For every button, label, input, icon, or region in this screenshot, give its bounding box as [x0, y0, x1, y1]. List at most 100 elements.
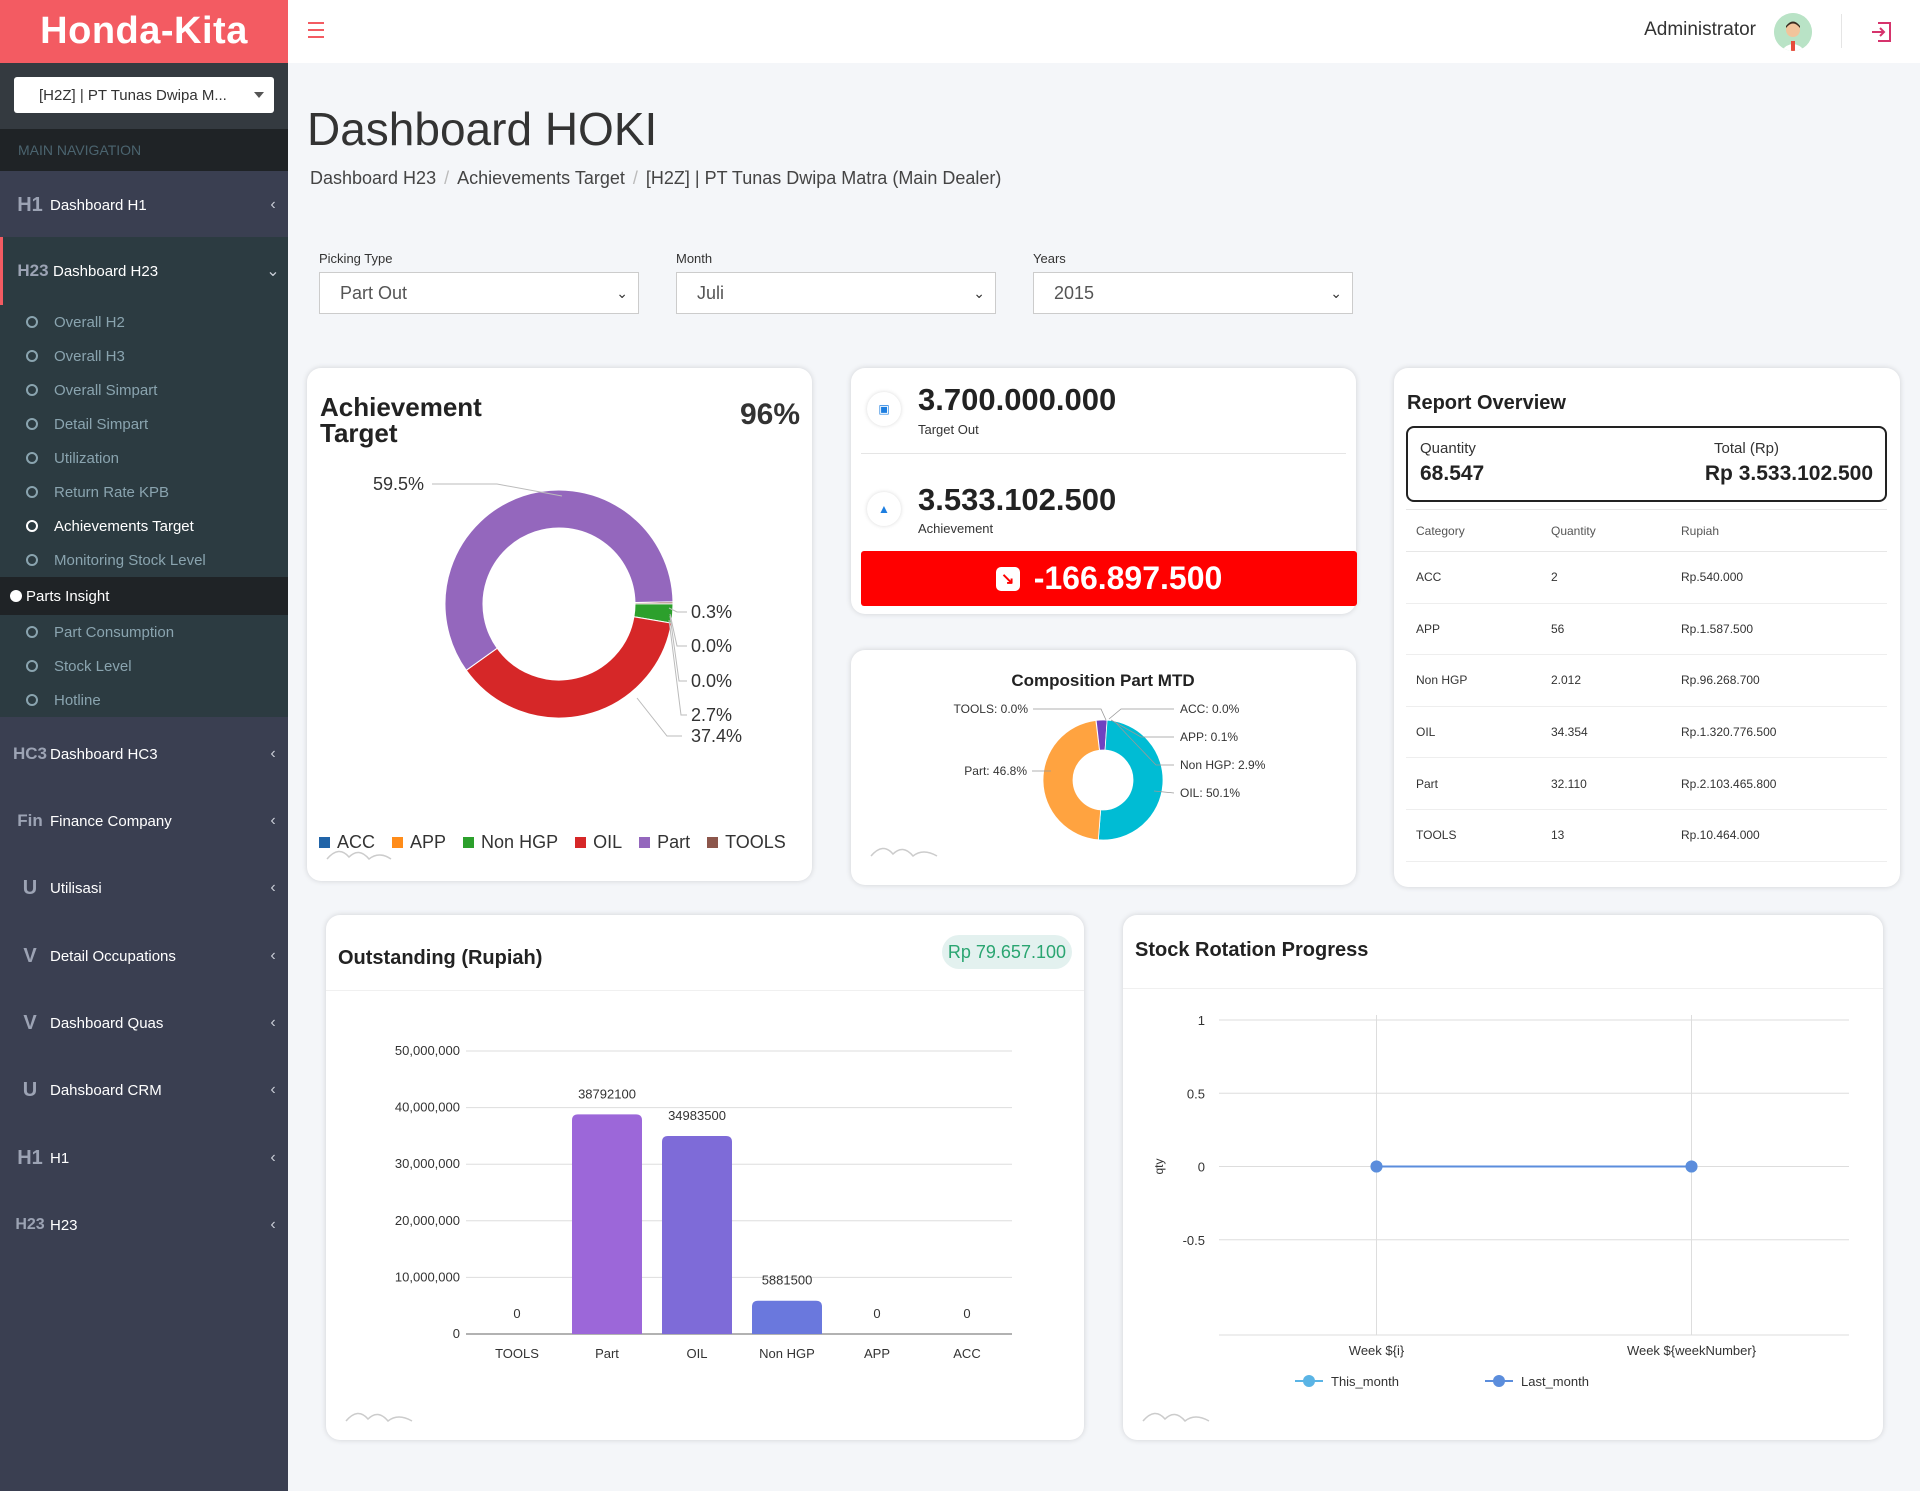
- achievement-card: Achievement Target 96% 59.5% 0.3% 0.0% 0…: [307, 368, 812, 881]
- table-cell: 2.012: [1541, 654, 1671, 707]
- circle-icon: [26, 452, 38, 464]
- donut-label: APP: 0.1%: [1180, 730, 1238, 744]
- y-tick-label: -0.5: [1183, 1233, 1205, 1248]
- leader-line: [636, 697, 682, 737]
- submenu-item-label: Monitoring Stock Level: [54, 551, 206, 569]
- legend-item[interactable]: TOOLS: [707, 832, 786, 853]
- user-name[interactable]: Administrator: [1644, 19, 1756, 41]
- u-shape-icon: U: [22, 1078, 38, 1101]
- column-header[interactable]: Category: [1406, 509, 1541, 552]
- submenu-item[interactable]: Utilization: [0, 441, 288, 475]
- brand-logo[interactable]: Honda-Kita: [0, 0, 288, 63]
- submenu-item-label: Overall H3: [54, 347, 125, 365]
- bar-part: [572, 1114, 642, 1334]
- circle-icon: [26, 694, 38, 706]
- breadcrumb-item: [H2Z] | PT Tunas Dwipa Matra (Main Deale…: [645, 168, 1002, 188]
- submenu-item[interactable]: Stock Level: [0, 649, 288, 683]
- submenu-item[interactable]: Overall Simpart: [0, 373, 288, 407]
- submenu-item[interactable]: Part Consumption: [0, 615, 288, 649]
- dealer-select-value: [H2Z] | PT Tunas Dwipa M...: [39, 86, 227, 104]
- check-shape-icon: V: [23, 1011, 37, 1034]
- table-row: APP 56 Rp.1.587.500: [1406, 603, 1887, 656]
- donut-label: 59.5%: [373, 474, 424, 494]
- table-cell: APP: [1406, 603, 1541, 656]
- column-header[interactable]: Quantity: [1541, 509, 1671, 552]
- submenu-item-active[interactable]: Achievements Target: [0, 509, 288, 543]
- y-tick-label: 50,000,000: [395, 1043, 460, 1058]
- select-value: Juli: [697, 282, 725, 303]
- total-label: Total (Rp): [1714, 440, 1780, 457]
- breadcrumb-item[interactable]: Dashboard H23: [310, 168, 436, 189]
- filter-month: Month Juli ⌄: [676, 251, 996, 314]
- sidebar-item-h1[interactable]: H1 H1 ‹: [0, 1124, 288, 1192]
- legend-item[interactable]: OIL: [575, 832, 622, 853]
- donut-label: Non HGP: 2.9%: [1180, 758, 1266, 772]
- stock-rotation-card: Stock Rotation Progress 1 0.5 0 -0.5 Week ${…: [1123, 915, 1883, 1440]
- breadcrumb-item[interactable]: Achievements Target: [457, 168, 625, 189]
- target-out-value: 3.700.000.000: [918, 382, 1117, 417]
- table-cell: Part: [1406, 757, 1541, 810]
- x-tick-label: TOOLS: [495, 1346, 539, 1361]
- sidebar-item-dashboard-crm[interactable]: U Dahsboard CRM ‹: [0, 1056, 288, 1124]
- sidebar-item-finance-company[interactable]: Fin Finance Company ‹: [0, 787, 288, 855]
- chevron-down-icon: ⌄: [616, 284, 628, 301]
- hamburger-menu-icon[interactable]: [308, 22, 324, 38]
- legend-label: Part: [657, 832, 691, 852]
- chevron-left-icon: ‹: [270, 745, 276, 762]
- sidebar-item-dashboard-hc3[interactable]: HC3 Dashboard HC3 ‹: [0, 720, 288, 788]
- table-cell: Rp.1.320.776.500: [1671, 706, 1887, 759]
- sidebar-item-utilisasi[interactable]: U Utilisasi ‹: [0, 854, 288, 922]
- hc3-icon: HC3: [12, 744, 47, 763]
- h1-box-icon: H1: [17, 1146, 43, 1169]
- submenu-item-label: Achievements Target: [54, 517, 194, 535]
- submenu-item[interactable]: Detail Simpart: [0, 407, 288, 441]
- circle-icon: [26, 626, 38, 638]
- h23-icon: H23: [17, 261, 49, 280]
- logout-icon[interactable]: [1870, 21, 1892, 43]
- table-cell: ACC: [1406, 551, 1541, 604]
- dealer-select[interactable]: [H2Z] | PT Tunas Dwipa M...: [14, 77, 274, 113]
- target-out-label: Target Out: [918, 422, 979, 437]
- x-tick-label: Non HGP: [759, 1346, 815, 1361]
- donut-label: Part: 46.8%: [964, 764, 1027, 778]
- table-row: ACC 2 Rp.540.000: [1406, 551, 1887, 604]
- breadcrumb-separator: /: [444, 168, 450, 188]
- series-point-last_month: [1370, 1160, 1383, 1173]
- filter-years: Years 2015 ⌄: [1033, 251, 1353, 314]
- legend-label: Last_month: [1521, 1374, 1589, 1389]
- submenu-item[interactable]: Monitoring Stock Level: [0, 543, 288, 577]
- table-header-row: Category Quantity Rupiah: [1406, 509, 1887, 552]
- chevron-left-icon: ‹: [270, 196, 276, 213]
- sidebar-item-parts-insight[interactable]: Parts Insight: [0, 577, 288, 615]
- chevron-left-icon: ‹: [270, 1149, 276, 1166]
- submenu-item[interactable]: Overall H2: [0, 305, 288, 339]
- leader-line: [1108, 708, 1174, 720]
- legend-item[interactable]: Part: [639, 832, 690, 853]
- submenu-item[interactable]: Overall H3: [0, 339, 288, 373]
- sidebar-item-dashboard-h1[interactable]: H1 Dashboard H1 ‹: [0, 171, 288, 239]
- years-select[interactable]: 2015 ⌄: [1033, 272, 1353, 314]
- legend-item[interactable]: Non HGP: [463, 832, 558, 853]
- donut-label: 0.0%: [691, 671, 732, 691]
- picking-type-select[interactable]: Part Out ⌄: [319, 272, 639, 314]
- submenu-item[interactable]: Hotline: [0, 683, 288, 717]
- sidebar-item-dashboard-quas[interactable]: V Dashboard Quas ‹: [0, 989, 288, 1057]
- sidebar-item-label: Dahsboard CRM: [50, 1081, 162, 1099]
- finance-icon: Fin: [17, 811, 43, 830]
- legend-label: APP: [410, 832, 447, 852]
- sidebar-item-label: Dashboard Quas: [50, 1014, 164, 1032]
- column-header[interactable]: Rupiah: [1671, 509, 1887, 552]
- sidebar-item-dashboard-h23[interactable]: H23 Dashboard H23 ⌄: [0, 237, 288, 305]
- outstanding-card: Outstanding (Rupiah) Rp 79.657.100 0 10,0…: [326, 915, 1084, 1440]
- avatar[interactable]: [1774, 13, 1812, 51]
- chevron-left-icon: ‹: [270, 879, 276, 896]
- sidebar-item-h23[interactable]: H23 H23 ‹: [0, 1191, 288, 1259]
- chevron-left-icon: ‹: [270, 1216, 276, 1233]
- table-cell: 34.354: [1541, 706, 1671, 759]
- legend-item[interactable]: APP: [392, 832, 446, 853]
- month-select[interactable]: Juli ⌄: [676, 272, 996, 314]
- sidebar-item-detail-occupations[interactable]: V Detail Occupations ‹: [0, 922, 288, 990]
- submenu-item[interactable]: Return Rate KPB: [0, 475, 288, 509]
- circle-icon: [26, 350, 38, 362]
- donut-label: OIL: 50.1%: [1180, 786, 1240, 800]
